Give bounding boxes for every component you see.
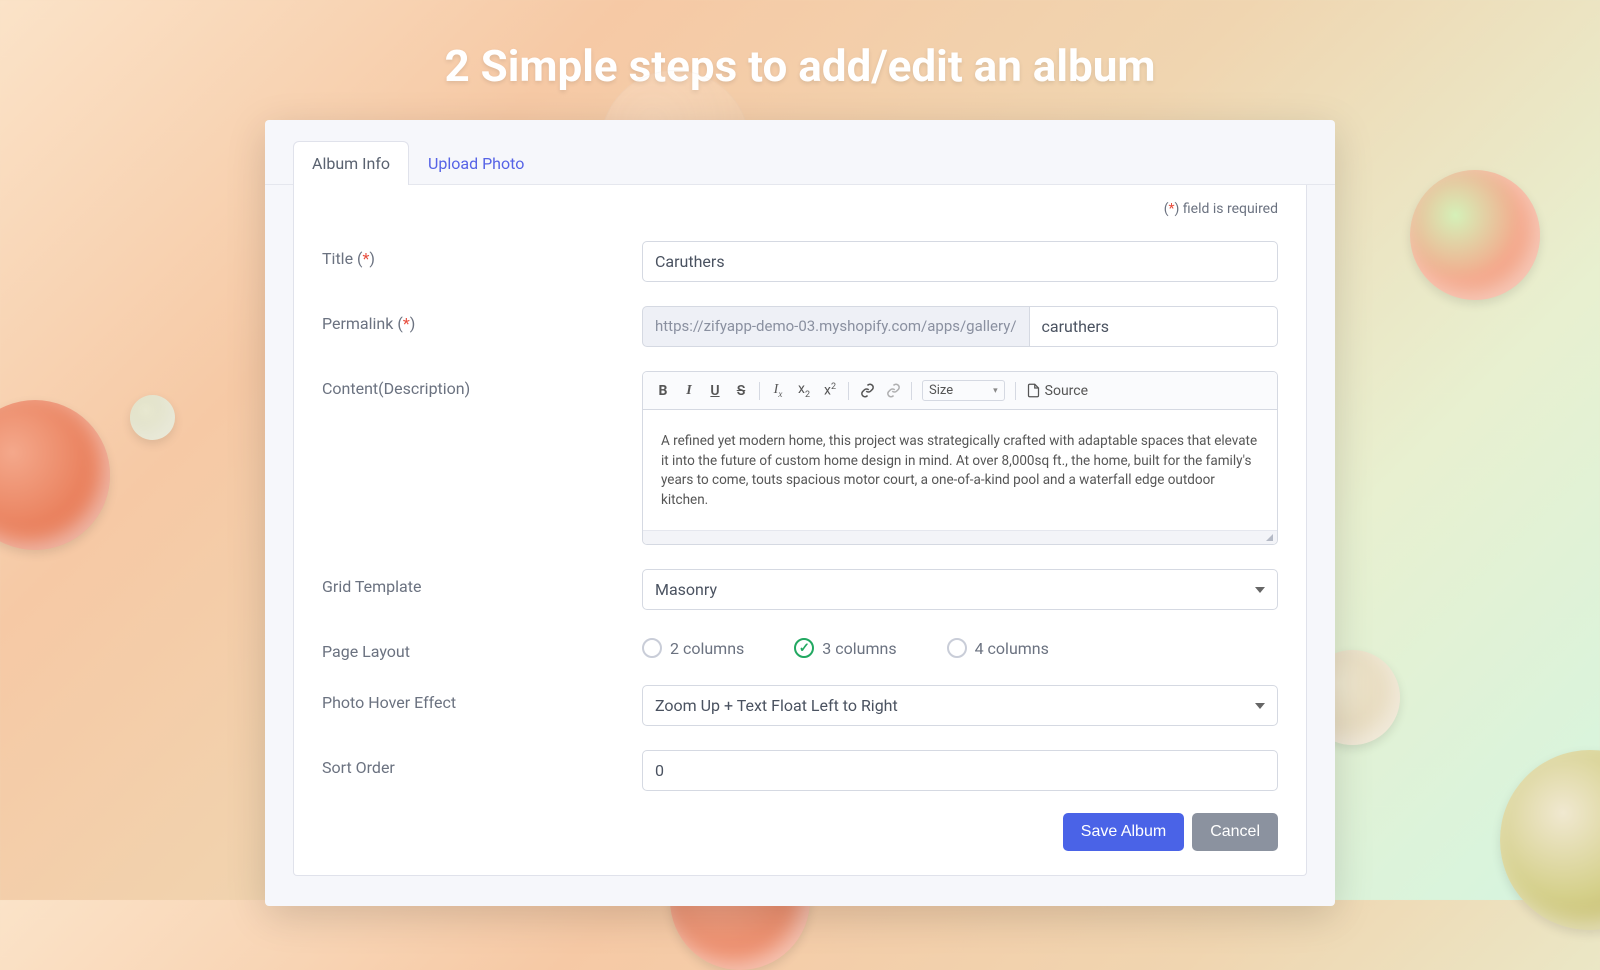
- content-label: Content(Description): [322, 371, 642, 398]
- source-button[interactable]: Source: [1026, 383, 1088, 399]
- page-title: 2 Simple steps to add/edit an album: [0, 0, 1600, 92]
- required-note: (*) field is required: [322, 201, 1278, 217]
- unlink-icon[interactable]: [885, 383, 901, 399]
- hover-effect-select[interactable]: Zoom Up + Text Float Left to Right: [642, 685, 1278, 726]
- sort-order-label: Sort Order: [322, 750, 642, 777]
- rich-text-editor: B I U S Ix x2 x2 Size▾ Sou: [642, 371, 1278, 545]
- decoration-bubble: [130, 395, 175, 440]
- page-layout-label: Page Layout: [322, 634, 642, 661]
- form-body: (*) field is required Title (*) Permalin…: [293, 185, 1307, 876]
- toolbar-separator: [1015, 382, 1016, 400]
- toolbar-separator: [911, 382, 912, 400]
- resize-handle[interactable]: [643, 530, 1277, 544]
- decoration-bubble: [0, 400, 110, 550]
- decoration-bubble: [1500, 750, 1600, 930]
- form-panel: Album Info Upload Photo (*) field is req…: [265, 120, 1335, 906]
- editor-toolbar: B I U S Ix x2 x2 Size▾ Sou: [643, 372, 1277, 410]
- strikethrough-icon[interactable]: S: [733, 383, 749, 399]
- layout-radio-4-columns[interactable]: 4 columns: [947, 638, 1049, 658]
- underline-icon[interactable]: U: [707, 383, 723, 399]
- superscript-icon[interactable]: x2: [822, 382, 838, 399]
- subscript-icon[interactable]: x2: [796, 381, 812, 400]
- grid-template-label: Grid Template: [322, 569, 642, 596]
- tab-upload-photo[interactable]: Upload Photo: [409, 141, 543, 185]
- font-size-select[interactable]: Size▾: [922, 380, 1005, 401]
- radio-label: 2 columns: [670, 639, 744, 658]
- description-textarea[interactable]: A refined yet modern home, this project …: [643, 410, 1277, 530]
- sort-order-input[interactable]: [642, 750, 1278, 791]
- permalink-input[interactable]: [1029, 306, 1278, 347]
- save-button[interactable]: Save Album: [1063, 813, 1184, 851]
- remove-format-icon[interactable]: Ix: [770, 382, 786, 399]
- hover-effect-label: Photo Hover Effect: [322, 685, 642, 712]
- toolbar-separator: [848, 382, 849, 400]
- decoration-bubble: [1410, 170, 1540, 300]
- layout-radio-3-columns[interactable]: 3 columns: [794, 638, 896, 658]
- size-label: Size: [929, 383, 953, 398]
- toolbar-separator: [759, 382, 760, 400]
- radio-label: 3 columns: [822, 639, 896, 658]
- tabs: Album Info Upload Photo: [265, 120, 1335, 185]
- grid-template-select[interactable]: Masonry: [642, 569, 1278, 610]
- tab-album-info[interactable]: Album Info: [293, 141, 409, 185]
- required-note-text: field is required: [1183, 201, 1278, 217]
- layout-radio-2-columns[interactable]: 2 columns: [642, 638, 744, 658]
- link-icon[interactable]: [859, 383, 875, 399]
- permalink-label-text: Permalink: [322, 314, 393, 333]
- bold-icon[interactable]: B: [655, 383, 671, 399]
- title-label: Title (*): [322, 241, 642, 268]
- title-input[interactable]: [642, 241, 1278, 282]
- permalink-label: Permalink (*): [322, 306, 642, 333]
- cancel-button[interactable]: Cancel: [1192, 813, 1278, 851]
- title-label-text: Title: [322, 249, 353, 268]
- permalink-prefix: https://zifyapp-demo-03.myshopify.com/ap…: [642, 306, 1029, 347]
- italic-icon[interactable]: I: [681, 383, 697, 399]
- radio-label: 4 columns: [975, 639, 1049, 658]
- source-label: Source: [1045, 383, 1088, 399]
